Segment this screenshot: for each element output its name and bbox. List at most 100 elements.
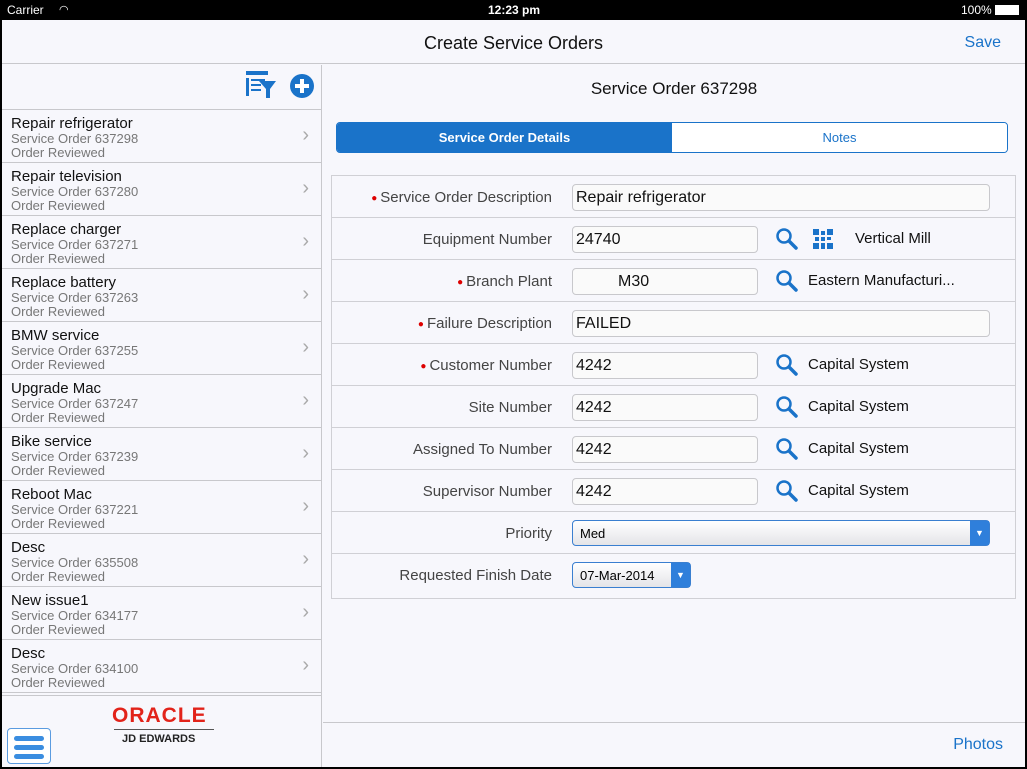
item-title: Replace charger — [11, 221, 122, 238]
detail-footer: Photos — [323, 722, 1025, 767]
save-button[interactable]: Save — [965, 34, 1001, 52]
item-order-number: Service Order 635508 — [11, 555, 139, 570]
item-order-number: Service Order 634100 — [11, 661, 139, 676]
chevron-right-icon: › — [302, 601, 309, 623]
order-list-panel: Repair refrigerator Service Order 637298… — [2, 65, 322, 767]
item-title: Repair television — [11, 168, 122, 185]
add-icon[interactable] — [289, 73, 315, 99]
field-row-finish-date: Requested Finish Date 07-Mar-2014 ▼ — [332, 554, 1015, 596]
item-status: Order Reviewed — [11, 304, 105, 319]
finish-date-label: Requested Finish Date — [399, 567, 552, 584]
item-order-number: Service Order 637263 — [11, 290, 139, 305]
search-icon[interactable] — [775, 437, 799, 461]
item-status: Order Reviewed — [11, 569, 105, 584]
item-status: Order Reviewed — [11, 410, 105, 425]
field-row-supervisor: Supervisor Number 4242 Capital System — [332, 470, 1015, 512]
item-status: Order Reviewed — [11, 516, 105, 531]
priority-label: Priority — [505, 525, 552, 542]
item-title: BMW service — [11, 327, 100, 344]
assigned-input[interactable]: 4242 — [572, 436, 758, 463]
list-item[interactable]: New issue1 Service Order 634177 Order Re… — [2, 587, 321, 640]
branch-label: ● Branch Plant — [457, 273, 552, 290]
oracle-logo: ORACLE — [112, 704, 207, 727]
list-item[interactable]: Upgrade Mac Service Order 637247 Order R… — [2, 375, 321, 428]
field-row-site: Site Number 4242 Capital System — [332, 386, 1015, 428]
finish-date-value: 07-Mar-2014 — [580, 568, 655, 583]
assigned-label: Assigned To Number — [413, 441, 552, 458]
chevron-right-icon: › — [302, 283, 309, 305]
search-icon[interactable] — [775, 479, 799, 503]
item-status: Order Reviewed — [11, 463, 105, 478]
battery-icon — [995, 5, 1019, 15]
photos-button[interactable]: Photos — [953, 736, 1003, 754]
list-item[interactable]: Reboot Mac Service Order 637221 Order Re… — [2, 481, 321, 534]
menu-button[interactable] — [7, 728, 51, 764]
list-item[interactable]: Replace charger Service Order 637271 Ord… — [2, 216, 321, 269]
customer-description: Capital System — [808, 356, 909, 373]
priority-select[interactable]: Med ▼ — [572, 520, 990, 546]
field-row-equipment: Equipment Number 24740 Vertical Mill — [332, 218, 1015, 260]
tab-bar: Service Order Details Notes — [336, 122, 1008, 153]
item-order-number: Service Order 637280 — [11, 184, 139, 199]
assigned-description: Capital System — [808, 440, 909, 457]
list-footer: ORACLE JD EDWARDS — [2, 695, 321, 767]
tab-notes[interactable]: Notes — [672, 123, 1007, 152]
battery-level: 100% — [961, 3, 992, 17]
item-title: Desc — [11, 539, 46, 556]
item-status: Order Reviewed — [11, 357, 105, 372]
item-order-number: Service Order 637221 — [11, 502, 139, 517]
branch-input[interactable]: M30 — [572, 268, 758, 295]
equipment-description: Vertical Mill — [855, 230, 931, 247]
list-item[interactable]: Desc Service Order 634100 Order Reviewed… — [2, 640, 321, 693]
list-item[interactable]: Desc Service Order 635508 Order Reviewed… — [2, 534, 321, 587]
list-item[interactable]: Repair television Service Order 637280 O… — [2, 163, 321, 216]
order-list: Repair refrigerator Service Order 637298… — [2, 110, 321, 693]
description-input[interactable]: Repair refrigerator — [572, 184, 990, 211]
chevron-right-icon: › — [302, 654, 309, 676]
supervisor-label: Supervisor Number — [422, 483, 552, 500]
item-status: Order Reviewed — [11, 622, 105, 637]
search-icon[interactable] — [775, 269, 799, 293]
site-input[interactable]: 4242 — [572, 394, 758, 421]
required-icon: ● — [371, 192, 378, 204]
item-order-number: Service Order 637239 — [11, 449, 139, 464]
tab-service-order-details[interactable]: Service Order Details — [337, 123, 672, 152]
app: Create Service Orders Save Repair refrig… — [2, 20, 1025, 767]
barcode-scan-icon[interactable] — [812, 228, 834, 250]
equipment-input[interactable]: 24740 — [572, 226, 758, 253]
chevron-right-icon: › — [302, 389, 309, 411]
dropdown-arrow-icon: ▼ — [671, 563, 690, 587]
list-toolbar — [2, 65, 321, 110]
list-item[interactable]: BMW service Service Order 637255 Order R… — [2, 322, 321, 375]
required-icon: ● — [457, 276, 464, 288]
search-icon[interactable] — [775, 353, 799, 377]
detail-panel: Service Order 637298 Service Order Detai… — [323, 65, 1025, 767]
list-item[interactable]: Repair refrigerator Service Order 637298… — [2, 110, 321, 163]
failure-input[interactable]: FAILED — [572, 310, 990, 337]
customer-input[interactable]: 4242 — [572, 352, 758, 379]
search-icon[interactable] — [775, 395, 799, 419]
chevron-right-icon: › — [302, 495, 309, 517]
item-status: Order Reviewed — [11, 251, 105, 266]
item-title: Replace battery — [11, 274, 117, 291]
item-title: Bike service — [11, 433, 92, 450]
list-item[interactable]: Replace battery Service Order 637263 Ord… — [2, 269, 321, 322]
finish-date-picker[interactable]: 07-Mar-2014 ▼ — [572, 562, 691, 588]
chevron-right-icon: › — [302, 548, 309, 570]
chevron-right-icon: › — [302, 230, 309, 252]
item-status: Order Reviewed — [11, 198, 105, 213]
order-form: ● Service Order Description Repair refrig… — [331, 175, 1016, 599]
filter-icon[interactable] — [245, 70, 277, 100]
status-bar: Carrier ◠ 12:23 pm 100% — [0, 0, 1027, 20]
item-title: Desc — [11, 645, 46, 662]
item-status: Order Reviewed — [11, 145, 105, 160]
carrier: Carrier — [7, 3, 44, 17]
required-icon: ● — [417, 318, 424, 330]
supervisor-input[interactable]: 4242 — [572, 478, 758, 505]
dropdown-arrow-icon: ▼ — [970, 521, 989, 545]
failure-label: ● Failure Description — [417, 315, 552, 332]
list-item[interactable]: Bike service Service Order 637239 Order … — [2, 428, 321, 481]
item-order-number: Service Order 637247 — [11, 396, 139, 411]
search-icon[interactable] — [775, 227, 799, 251]
field-row-assigned: Assigned To Number 4242 Capital System — [332, 428, 1015, 470]
